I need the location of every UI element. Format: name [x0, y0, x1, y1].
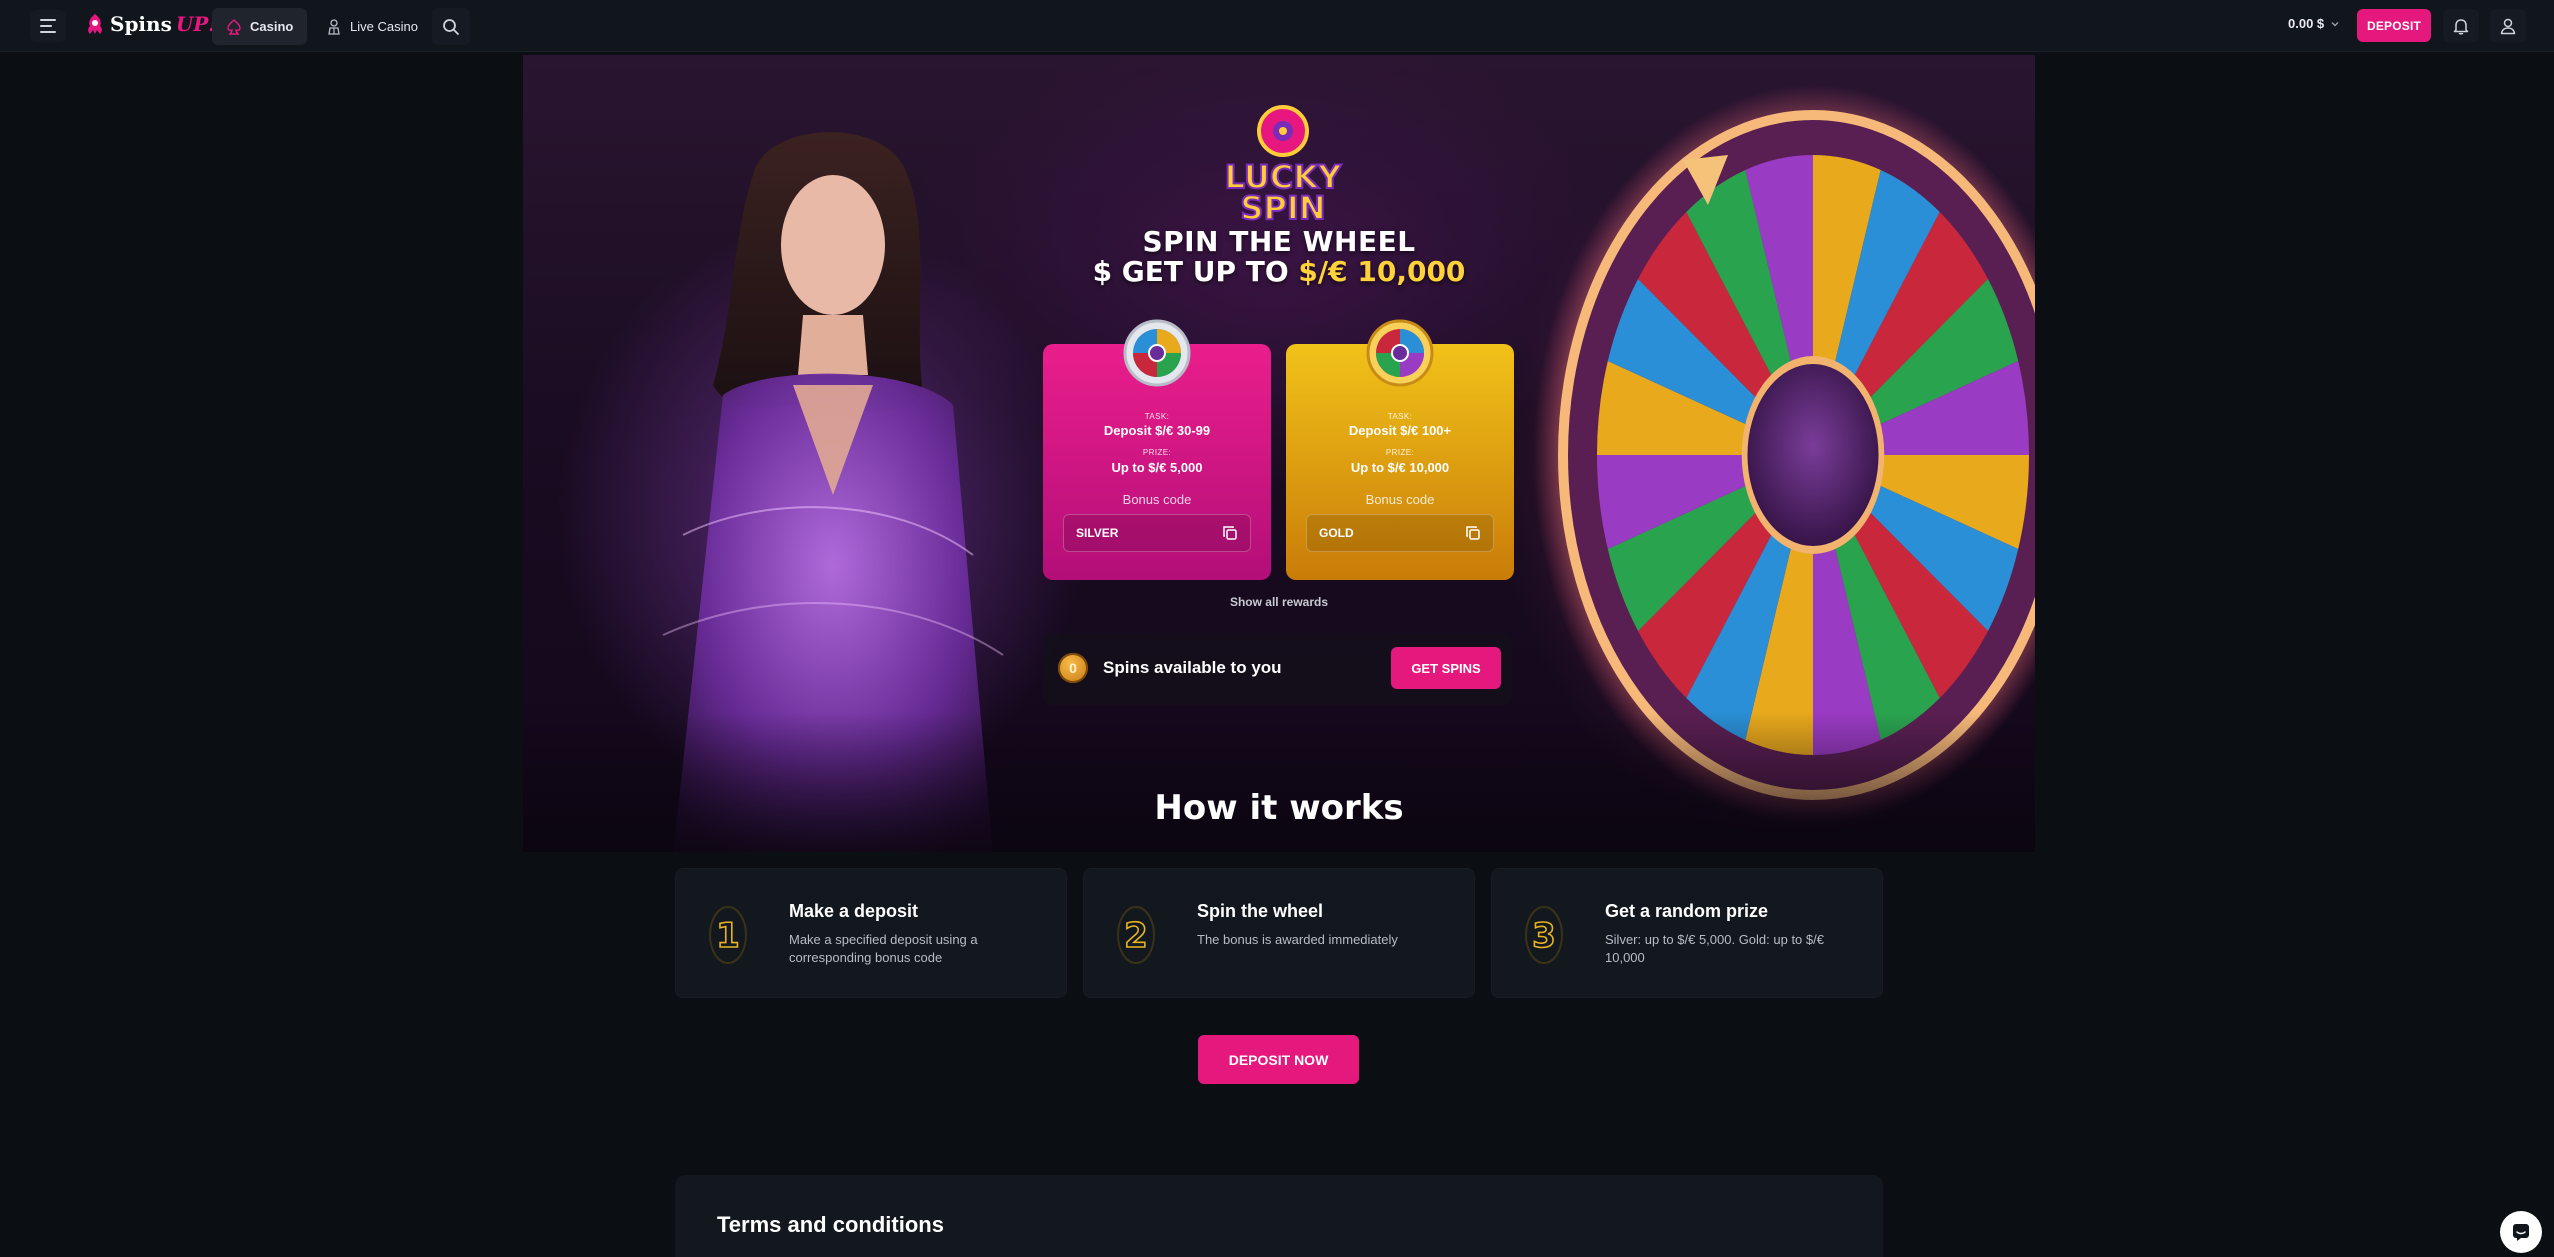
- step-number-3-icon: 3: [1525, 906, 1563, 964]
- search-icon: [443, 18, 459, 35]
- gold-task-label: TASK:: [1387, 412, 1413, 421]
- hero-bottom-fade: [523, 712, 2035, 852]
- dealer-icon: [328, 18, 340, 35]
- step-description: The bonus is awarded immediately: [1197, 932, 1398, 947]
- spins-count-badge: 0: [1058, 653, 1088, 683]
- tab-live-casino[interactable]: Live Casino: [312, 8, 432, 45]
- lucky-spin-logo: LUCKY SPIN: [1224, 105, 1343, 228]
- step-number-2-icon: 2: [1117, 906, 1155, 964]
- bell-icon: [2453, 18, 2469, 34]
- silver-prize-value: Up to $/€ 5,000: [1111, 460, 1203, 475]
- logo-text: Spins: [110, 12, 172, 36]
- step-description: Silver: up to $/€ 5,000. Gold: up to $/€…: [1605, 932, 1824, 965]
- step-title: Spin the wheel: [1197, 901, 1324, 921]
- profile-button[interactable]: [2490, 9, 2526, 42]
- gold-reward-card: TASK: Deposit $/€ 100+ PRIZE: Up to $/€ …: [1286, 319, 1514, 580]
- hero-title: SPIN THE WHEEL: [1142, 225, 1416, 258]
- svg-text:2: 2: [1124, 916, 1148, 956]
- spins-available-label: Spins available to you: [1103, 658, 1282, 677]
- step-description: Make a specified deposit using a corresp…: [789, 932, 978, 965]
- site-logo[interactable]: Spins UP!: [84, 12, 217, 36]
- chevron-down-icon: [2331, 21, 2339, 26]
- top-header: Spins UP! Casino Live Casino 0.00 $ DEPOS…: [0, 0, 2554, 52]
- silver-bonus-code-label: Bonus code: [1122, 492, 1192, 507]
- gold-bonus-code: GOLD: [1319, 526, 1354, 540]
- silver-reward-card: TASK: Deposit $/€ 30-99 PRIZE: Up to $/€…: [1043, 319, 1271, 580]
- silver-bonus-code: SILVER: [1076, 526, 1119, 540]
- spins-available-bar: 0 Spins available to you GET SPINS: [1043, 633, 1511, 705]
- balance-value: 0.00 $: [2288, 16, 2325, 31]
- how-it-works-title: How it works: [1154, 788, 1404, 828]
- step-title: Get a random prize: [1605, 901, 1769, 921]
- svg-text:3: 3: [1532, 916, 1556, 956]
- hero-subtitle-prefix: $ GET UP TO: [1092, 255, 1299, 288]
- search-button[interactable]: [432, 8, 470, 45]
- tab-live-casino-label: Live Casino: [350, 19, 418, 34]
- deposit-now-button[interactable]: DEPOSIT NOW: [1198, 1035, 1359, 1084]
- tab-casino[interactable]: Casino: [212, 8, 308, 45]
- notifications-button[interactable]: [2443, 9, 2479, 42]
- spade-icon: [227, 18, 241, 35]
- hero-subtitle-amount: $/€ 10,000: [1298, 255, 1466, 288]
- chat-icon: [2513, 1224, 2529, 1241]
- svg-text:1: 1: [716, 916, 740, 956]
- get-spins-button[interactable]: GET SPINS: [1391, 647, 1501, 689]
- gold-bonus-code-label: Bonus code: [1365, 492, 1435, 507]
- terms-section[interactable]: Terms and conditions: [675, 1175, 1883, 1257]
- gold-prize-value: Up to $/€ 10,000: [1350, 460, 1450, 475]
- lucky-spin-hero: LUCKY SPIN SPIN THE WHEEL $ GET UP TO $/…: [523, 55, 2035, 852]
- show-all-rewards-link[interactable]: Show all rewards: [523, 595, 2035, 609]
- logo-text-accent: UP!: [175, 12, 218, 36]
- gold-prize-label: PRIZE:: [1385, 448, 1415, 457]
- copy-icon[interactable]: [1465, 525, 1481, 541]
- silver-wheel-icon: [1123, 319, 1191, 387]
- menu-icon[interactable]: [30, 10, 66, 42]
- silver-code-copy-field[interactable]: SILVER: [1063, 514, 1251, 552]
- gold-code-copy-field[interactable]: GOLD: [1306, 514, 1494, 552]
- terms-title: Terms and conditions: [717, 1212, 944, 1237]
- tab-casino-label: Casino: [250, 19, 294, 34]
- silver-prize-label: PRIZE:: [1142, 448, 1172, 457]
- gold-task-value: Deposit $/€ 100+: [1348, 423, 1452, 438]
- live-chat-button[interactable]: [2500, 1211, 2542, 1253]
- step-card-prize: 3 Get a random prize Silver: up to $/€ 5…: [1491, 868, 1883, 998]
- gold-wheel-icon: [1366, 319, 1434, 387]
- step-card-spin: 2 Spin the wheel The bonus is awarded im…: [1083, 868, 1475, 998]
- copy-icon[interactable]: [1222, 525, 1238, 541]
- logo-icon: [88, 14, 102, 34]
- balance-dropdown[interactable]: 0.00 $: [2288, 16, 2340, 31]
- silver-task-label: TASK:: [1144, 412, 1170, 421]
- step-number-1-icon: 1: [709, 906, 747, 964]
- step-card-deposit: 1 Make a deposit Make a specified deposi…: [675, 868, 1067, 998]
- deposit-button[interactable]: DEPOSIT: [2357, 9, 2431, 42]
- hero-subtitle: $ GET UP TO $/€ 10,000: [523, 255, 2035, 288]
- spin-text: SPIN: [1240, 189, 1325, 227]
- user-icon: [2500, 18, 2516, 34]
- step-title: Make a deposit: [789, 901, 919, 921]
- silver-task-value: Deposit $/€ 30-99: [1103, 423, 1211, 438]
